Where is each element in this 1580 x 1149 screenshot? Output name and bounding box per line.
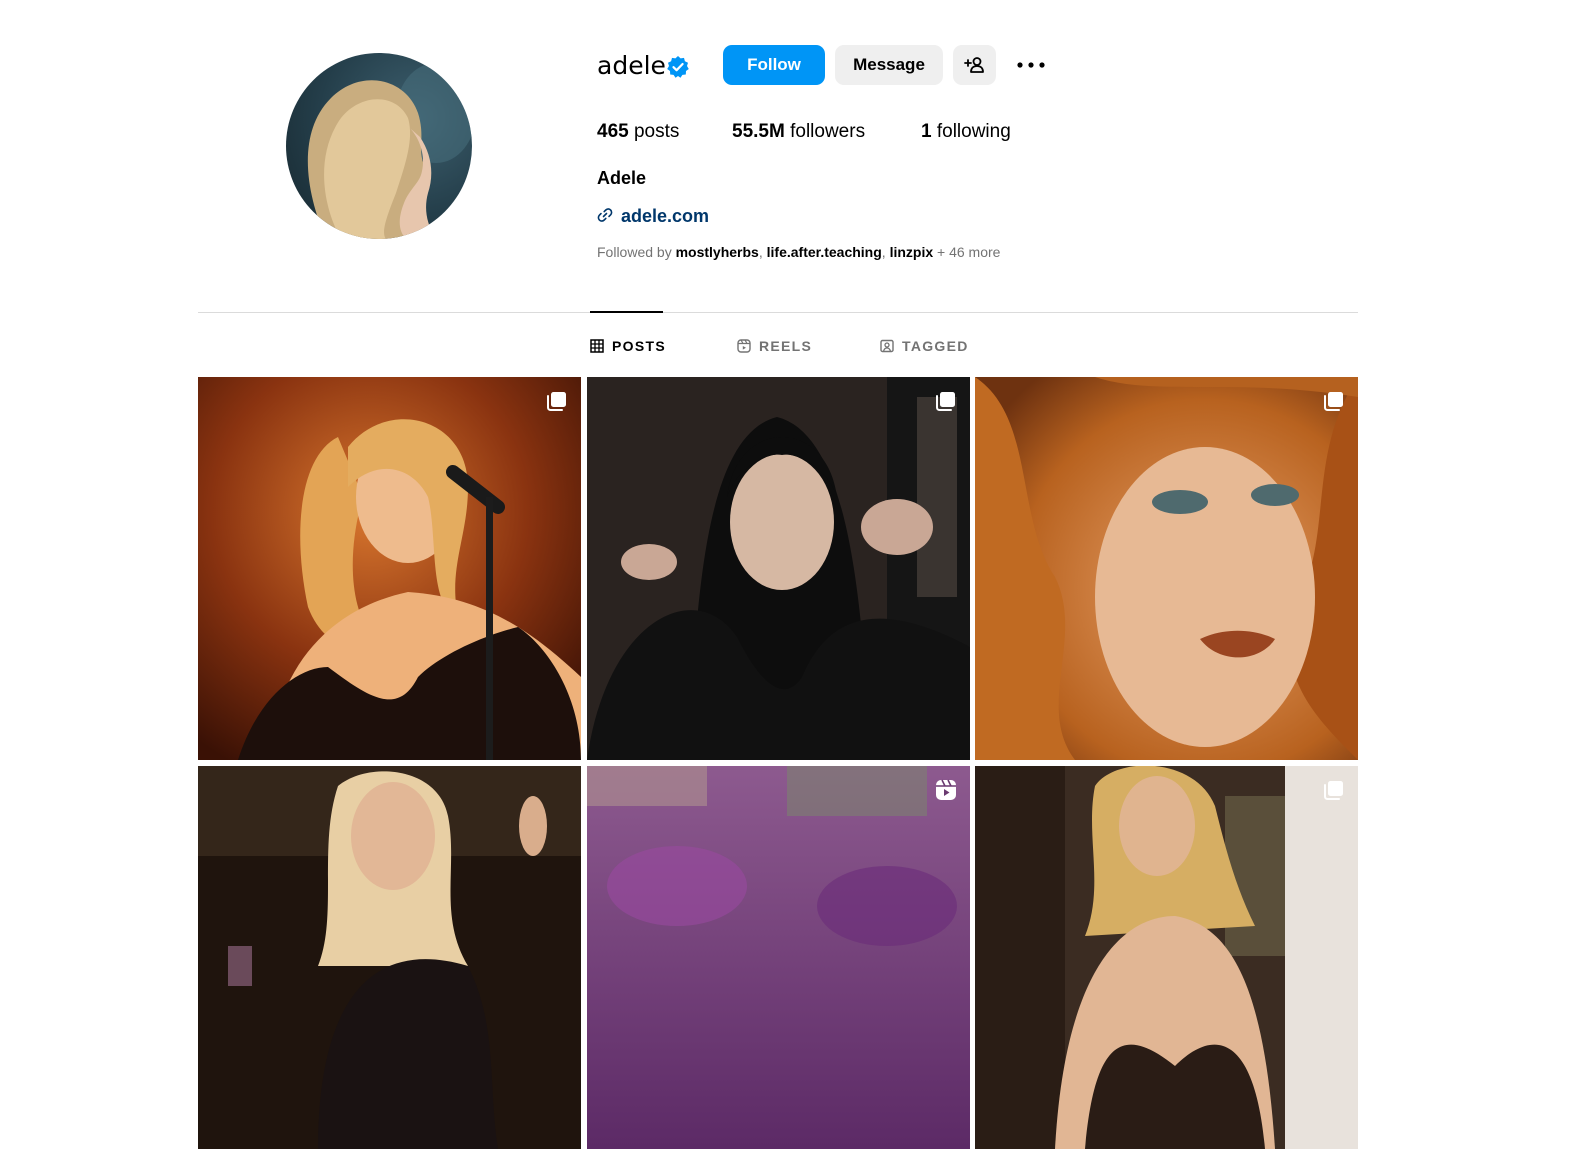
reel-icon [936, 779, 956, 800]
link-icon [597, 208, 613, 222]
person-plus-icon [963, 57, 984, 73]
post-thumbnail[interactable] [975, 766, 1358, 1149]
posts-count-label: posts [633, 121, 680, 142]
profile-avatar[interactable] [286, 53, 472, 239]
post-photo [975, 377, 1358, 760]
following-count[interactable]: 1 following [921, 120, 1011, 144]
followed-by-prefix: Followed by [597, 244, 676, 260]
tab-posts[interactable]: POSTS [590, 336, 666, 356]
post-photo [587, 766, 970, 1149]
carousel-icon [547, 392, 566, 411]
avatar-photo [307, 63, 472, 239]
followed-by: Followed by mostlyherbs, life.after.teac… [597, 244, 1001, 260]
tagged-icon [880, 339, 894, 353]
posts-count-number: 465 [597, 121, 629, 142]
tab-tagged[interactable]: TAGGED [880, 336, 969, 356]
following-count-number: 1 [921, 121, 932, 142]
post-photo [198, 377, 581, 760]
message-button[interactable]: Message [835, 45, 943, 85]
post-thumbnail[interactable] [587, 766, 970, 1149]
posts-count: 465 posts [597, 120, 679, 144]
post-photo [587, 377, 970, 760]
more-dots-icon[interactable] [1015, 55, 1047, 75]
post-thumbnail[interactable] [198, 766, 581, 1149]
post-thumbnail[interactable] [587, 377, 970, 760]
followed-by-user[interactable]: mostlyherbs [676, 244, 759, 260]
followed-by-user[interactable]: linzpix [890, 244, 934, 260]
tabs-divider [198, 312, 1358, 313]
active-tab-indicator [590, 311, 663, 313]
post-photo [198, 766, 581, 1149]
followed-by-user[interactable]: life.after.teaching [767, 244, 882, 260]
followed-by-more[interactable]: + 46 more [933, 244, 1000, 260]
following-count-label: following [936, 121, 1011, 142]
followers-count-number: 55.5M [732, 121, 785, 142]
tab-posts-label: POSTS [612, 338, 666, 354]
post-thumbnail[interactable] [198, 377, 581, 760]
post-thumbnail[interactable] [975, 377, 1358, 760]
tab-reels-label: REELS [759, 338, 813, 354]
reels-icon [737, 339, 751, 353]
website-link[interactable]: adele.com [621, 205, 709, 227]
grid-icon [590, 339, 604, 353]
tab-tagged-label: TAGGED [902, 338, 969, 354]
followers-count-label: followers [790, 121, 866, 142]
carousel-icon [1324, 392, 1343, 411]
tab-reels[interactable]: REELS [737, 336, 812, 356]
verified-badge-icon [667, 56, 689, 78]
carousel-icon [1324, 781, 1343, 800]
followers-count[interactable]: 55.5M followers [732, 120, 865, 144]
post-photo [975, 766, 1358, 1149]
follow-button[interactable]: Follow [723, 45, 825, 85]
username: adele [597, 51, 666, 80]
carousel-icon [936, 392, 955, 411]
suggest-accounts-button[interactable] [953, 45, 996, 85]
full-name: Adele [597, 168, 647, 188]
